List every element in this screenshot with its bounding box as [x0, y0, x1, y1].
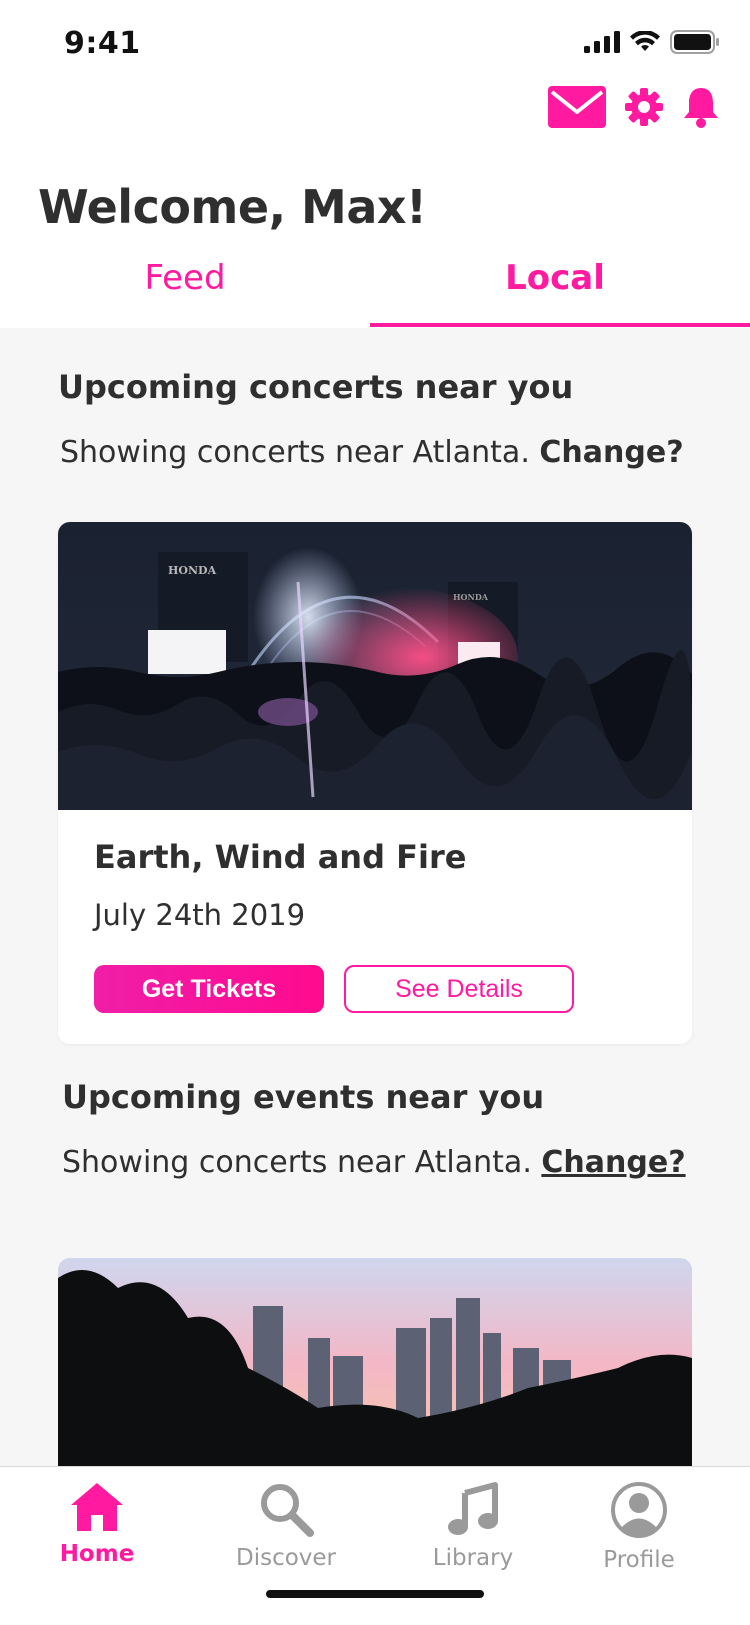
tab-bar-label-discover: Discover: [235, 1545, 337, 1571]
battery-icon: [670, 30, 719, 54]
status-icons: [584, 30, 720, 54]
tab-bar-item-home[interactable]: Home: [22, 1481, 172, 1567]
header-actions: [548, 86, 720, 128]
cellular-signal-icon: [584, 31, 620, 53]
section-title-concerts: Upcoming concerts near you: [58, 368, 574, 406]
profile-icon: [611, 1482, 667, 1538]
tab-local[interactable]: Local: [370, 258, 740, 298]
get-tickets-button[interactable]: Get Tickets: [94, 965, 324, 1013]
tab-bar-label-library: Library: [432, 1545, 514, 1571]
tab-bar-item-library[interactable]: Library: [398, 1481, 548, 1571]
change-location-link[interactable]: Change?: [539, 435, 683, 470]
search-icon: [261, 1484, 314, 1537]
status-time: 9:41: [64, 26, 141, 61]
see-details-button[interactable]: See Details: [344, 965, 574, 1013]
image-brand-text-1: HONDA: [168, 564, 217, 577]
tab-bar-item-profile[interactable]: Profile: [564, 1481, 714, 1573]
location-text: Showing concerts near Atlanta.: [62, 1145, 542, 1180]
section-subtitle-events: Showing concerts near Atlanta. Change?: [62, 1145, 686, 1180]
tab-bar-label-profile: Profile: [603, 1547, 675, 1573]
home-indicator: [266, 1590, 484, 1598]
event-card[interactable]: [58, 1258, 692, 1468]
music-note-icon: [448, 1482, 498, 1535]
section-title-events: Upcoming events near you: [62, 1078, 545, 1116]
tab-bar-item-discover[interactable]: Discover: [211, 1481, 361, 1571]
active-tab-indicator: [370, 323, 750, 327]
home-icon: [71, 1483, 123, 1531]
tab-feed[interactable]: Feed: [0, 258, 370, 298]
concert-artist: Earth, Wind and Fire: [94, 838, 467, 876]
concert-date: July 24th 2019: [94, 898, 306, 932]
mail-icon[interactable]: [548, 86, 606, 128]
bell-icon[interactable]: [682, 86, 720, 128]
concert-image: HONDA HONDA: [58, 522, 692, 810]
section-subtitle-concerts: Showing concerts near Atlanta. Change?: [60, 435, 684, 470]
tab-bar-label-home: Home: [59, 1541, 135, 1567]
location-text: Showing concerts near Atlanta.: [60, 435, 540, 470]
change-location-link[interactable]: Change?: [541, 1145, 685, 1180]
gear-icon[interactable]: [624, 87, 664, 127]
page-title: Welcome, Max!: [38, 180, 427, 234]
wifi-icon: [630, 31, 660, 51]
concert-card[interactable]: HONDA HONDA Earth, Wind and Fire July 24…: [58, 522, 692, 1044]
bottom-tab-bar: Home Discover Library Profile: [0, 1466, 750, 1625]
event-image: [58, 1258, 692, 1468]
